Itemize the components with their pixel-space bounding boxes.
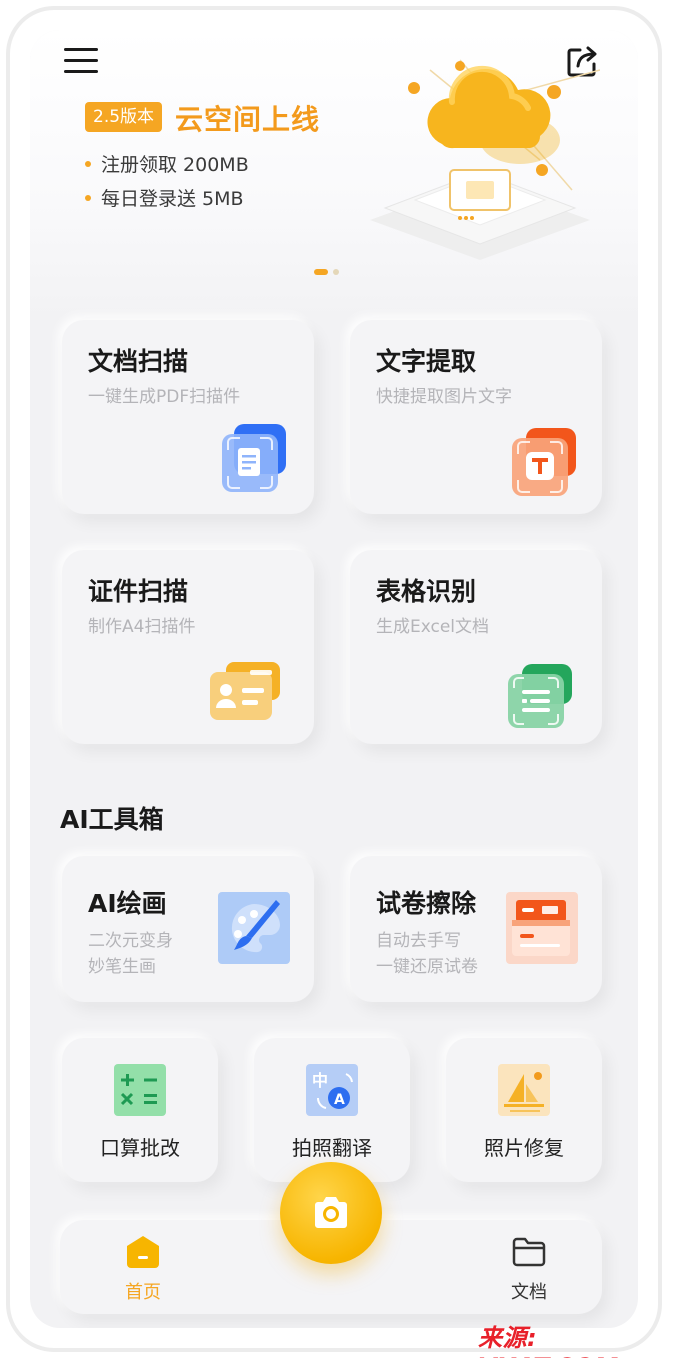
card-subtitle: 一键生成PDF扫描件 — [88, 387, 241, 407]
exam-paper-icon — [506, 892, 578, 964]
menu-icon[interactable] — [64, 48, 98, 78]
home-icon — [127, 1236, 159, 1268]
tool-label: 口算批改 — [100, 1136, 180, 1160]
card-subtitle: 生成Excel文档 — [376, 617, 490, 637]
photo-restore-icon — [498, 1064, 550, 1116]
camera-icon — [315, 1197, 347, 1228]
banner-title: 云空间上线 — [175, 103, 321, 136]
card-subtitle: 二次元变身 — [88, 931, 173, 951]
promo-banner[interactable]: 2.5版本 云空间上线 注册领取 200MB 每日登录送 5MB — [30, 30, 638, 320]
cloud-storage-illustration — [370, 59, 600, 260]
section-title-ai-toolbox: AI工具箱 — [60, 805, 164, 834]
tool-card-photo-restore[interactable]: 照片修复 — [446, 1038, 602, 1182]
card-subtitle: 妙笔生画 — [88, 957, 156, 977]
paint-palette-icon — [218, 892, 290, 964]
carousel-indicator — [314, 269, 354, 277]
feature-card-table-recognition[interactable]: 表格识别 生成Excel文档 — [350, 550, 602, 744]
card-subtitle: 一键还原试卷 — [376, 957, 478, 977]
card-subtitle: 自动去手写 — [376, 931, 461, 951]
card-title: 证件扫描 — [88, 577, 189, 606]
tool-label: 照片修复 — [484, 1136, 564, 1160]
version-badge: 2.5版本 — [85, 102, 163, 132]
banner-bullet: 每日登录送 5MB — [85, 184, 244, 211]
translate-icon: 中 A — [306, 1064, 358, 1116]
document-scan-icon — [222, 424, 286, 492]
id-card-icon — [210, 662, 280, 720]
card-title: 文档扫描 — [88, 347, 189, 376]
card-title: 表格识别 — [376, 577, 477, 606]
nav-item-docs[interactable]: 文档 — [484, 1234, 574, 1304]
app-screen: 2.5版本 云空间上线 注册领取 200MB 每日登录送 5MB 文档扫描 一键… — [30, 30, 638, 1328]
feature-card-document-scan[interactable]: 文档扫描 一键生成PDF扫描件 — [62, 320, 314, 514]
card-subtitle: 制作A4扫描件 — [88, 617, 196, 637]
svg-text:A: A — [334, 1092, 345, 1108]
camera-button[interactable] — [280, 1162, 382, 1264]
banner-bullet: 注册领取 200MB — [85, 150, 249, 177]
card-title: 试卷擦除 — [376, 889, 477, 918]
carousel-dot-active — [314, 269, 328, 275]
tool-card-photo-translate[interactable]: 中 A 拍照翻译 — [254, 1038, 410, 1182]
card-title: AI绘画 — [88, 889, 167, 918]
nav-item-home[interactable]: 首页 — [98, 1234, 188, 1304]
carousel-dot — [333, 269, 339, 275]
card-subtitle: 快捷提取图片文字 — [376, 387, 512, 407]
ai-card-exam-erase[interactable]: 试卷擦除 自动去手写 一键还原试卷 — [350, 856, 602, 1002]
nav-label: 文档 — [511, 1282, 547, 1303]
tool-label: 拍照翻译 — [292, 1136, 372, 1160]
card-title: 文字提取 — [376, 347, 477, 376]
tool-card-oral-math[interactable]: 口算批改 — [62, 1038, 218, 1182]
feature-card-text-extract[interactable]: 文字提取 快捷提取图片文字 — [350, 320, 602, 514]
folder-icon — [512, 1237, 546, 1267]
watermark-text: 来源: VXAT.COM — [478, 1324, 618, 1358]
text-extract-icon — [512, 428, 576, 496]
feature-card-id-scan[interactable]: 证件扫描 制作A4扫描件 — [62, 550, 314, 744]
svg-text:中: 中 — [312, 1071, 328, 1090]
nav-label: 首页 — [125, 1282, 161, 1303]
table-icon — [508, 664, 572, 728]
calculator-icon — [114, 1064, 166, 1116]
ai-card-painting[interactable]: AI绘画 二次元变身 妙笔生画 — [62, 856, 314, 1002]
